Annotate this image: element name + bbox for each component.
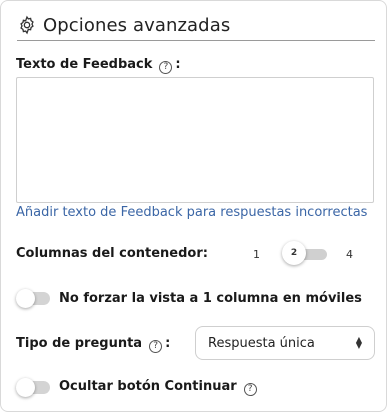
feedback-label: Texto de Feedback?: — [16, 57, 181, 74]
columns-slider-value: 2 — [290, 248, 298, 258]
hide-continue-label: Ocultar botón Continuar? — [59, 379, 260, 396]
feedback-textarea[interactable] — [16, 77, 374, 203]
mobile-columns-toggle[interactable] — [16, 289, 50, 308]
question-type-selected: Respuesta única — [208, 335, 315, 351]
add-incorrect-feedback-link[interactable]: Añadir texto de Feedback para respuestas… — [16, 205, 367, 220]
help-icon[interactable]: ? — [243, 383, 257, 396]
advanced-options-panel: Opciones avanzadas Texto de Feedback?: A… — [0, 0, 387, 412]
hide-continue-toggle[interactable] — [16, 378, 50, 397]
question-type-label-colon: : — [165, 336, 171, 351]
hide-continue-label-text: Ocultar botón Continuar — [59, 379, 237, 394]
columns-label: Columnas del contenedor: — [16, 246, 208, 261]
question-type-select[interactable]: Respuesta única ▲ ▼ — [195, 326, 375, 360]
help-icon[interactable]: ? — [149, 340, 163, 353]
panel-title: Opciones avanzadas — [43, 14, 231, 36]
columns-min-label: 1 — [253, 248, 260, 261]
mobile-columns-label: No forzar la vista a 1 columna en móvile… — [59, 291, 362, 306]
columns-slider-handle[interactable]: 2 — [282, 241, 306, 265]
select-arrows-icon: ▲ ▼ — [355, 335, 362, 350]
toggle-knob — [16, 378, 35, 397]
toggle-knob — [16, 289, 35, 308]
question-type-label: Tipo de pregunta?: — [16, 336, 170, 353]
gear-icon — [20, 15, 34, 35]
columns-max-label: 4 — [346, 248, 353, 261]
help-icon[interactable]: ? — [159, 61, 173, 74]
feedback-label-text: Texto de Feedback — [16, 57, 153, 72]
feedback-label-colon: : — [175, 57, 181, 72]
panel-header: Opciones avanzadas — [17, 12, 375, 41]
question-type-label-text: Tipo de pregunta — [16, 336, 143, 351]
